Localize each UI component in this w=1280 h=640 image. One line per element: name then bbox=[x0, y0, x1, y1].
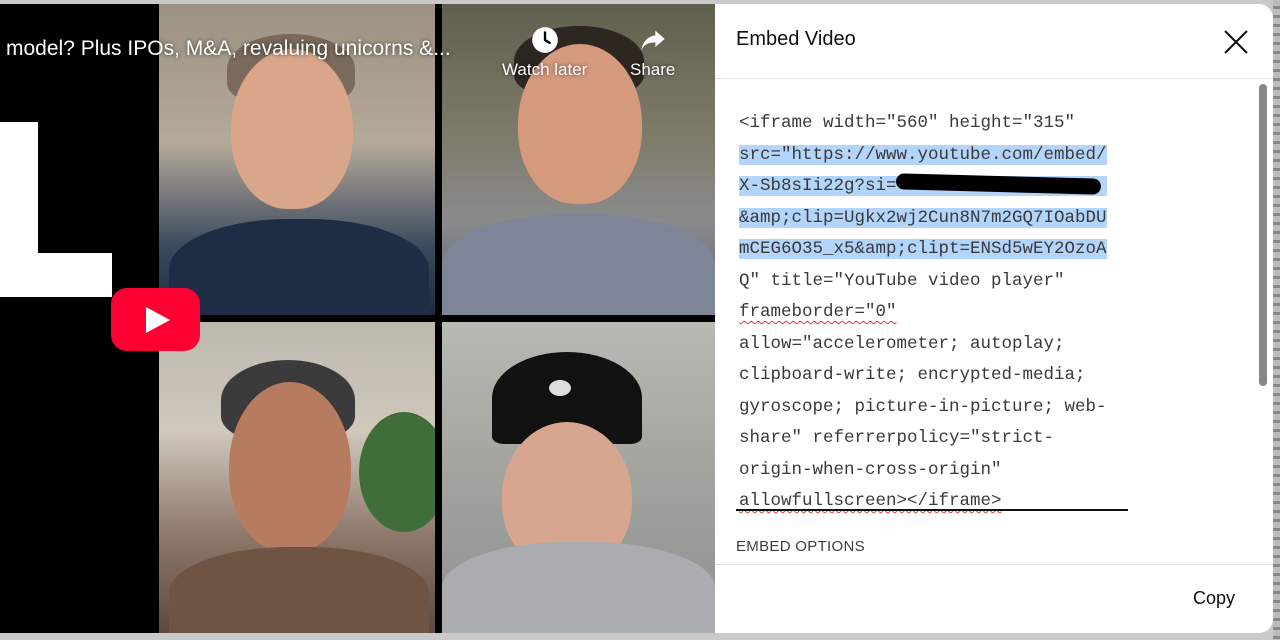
code-line: share" referrerpolicy="strict- bbox=[739, 428, 1055, 448]
code-line: src="https://www.youtube.com/embed/ bbox=[739, 144, 1107, 165]
dialog-title: Embed Video bbox=[736, 28, 856, 50]
copy-button[interactable]: Copy bbox=[1193, 588, 1235, 609]
code-line: origin-when-cross-origin" bbox=[739, 459, 1002, 480]
scrollbar-thumb[interactable] bbox=[1259, 84, 1267, 386]
clock-icon bbox=[531, 27, 558, 53]
code-line: Q" title="YouTube video player" bbox=[739, 270, 1065, 291]
watch-later-label: Watch later bbox=[502, 60, 588, 79]
dialog-header: Embed Video bbox=[715, 4, 1273, 79]
share-button[interactable]: Share bbox=[630, 26, 675, 80]
code-line: <iframe width="560" height="315" bbox=[739, 113, 1076, 133]
youtube-play-icon[interactable] bbox=[111, 288, 200, 351]
video-title[interactable]: model? Plus IPOs, M&A, revaluing unicorn… bbox=[6, 37, 451, 61]
share-label: Share bbox=[630, 60, 676, 79]
video-preview[interactable]: model? Plus IPOs, M&A, revaluing unicorn… bbox=[0, 4, 715, 633]
textarea-underline bbox=[736, 509, 1128, 511]
code-line: gyroscope; picture-in-picture; web- bbox=[739, 396, 1107, 417]
dialog-footer-divider bbox=[715, 564, 1273, 565]
embed-options-heading: EMBED OPTIONS bbox=[736, 538, 865, 555]
close-button[interactable] bbox=[1220, 26, 1252, 58]
background-page-edge bbox=[1273, 0, 1280, 640]
close-icon bbox=[1224, 30, 1248, 54]
embed-code-textarea[interactable]: <iframe width="560" height="315" src="ht… bbox=[739, 108, 1129, 518]
video-tile-bottom-right bbox=[442, 322, 715, 633]
video-tile-bottom-left bbox=[159, 322, 435, 633]
code-line: &amp;clip=Ugkx2wj2Cun8N7m2GQ7IOabDU bbox=[739, 207, 1107, 228]
code-line: allowfullscreen></iframe> bbox=[739, 491, 1002, 511]
logo-letter-graphic bbox=[0, 122, 112, 297]
code-line: frameborder="0" bbox=[739, 302, 897, 322]
watch-later-button[interactable]: Watch later bbox=[502, 26, 587, 80]
share-arrow-icon bbox=[641, 30, 665, 51]
code-line: mCEG6O35_x5&amp;clipt=ENSd5wEY2OzoA bbox=[739, 239, 1107, 259]
embed-video-dialog: Embed Video <iframe width="560" height="… bbox=[715, 4, 1273, 633]
code-line: allow="accelerometer; autoplay; bbox=[739, 333, 1065, 354]
code-line: clipboard-write; encrypted-media; bbox=[739, 365, 1086, 385]
